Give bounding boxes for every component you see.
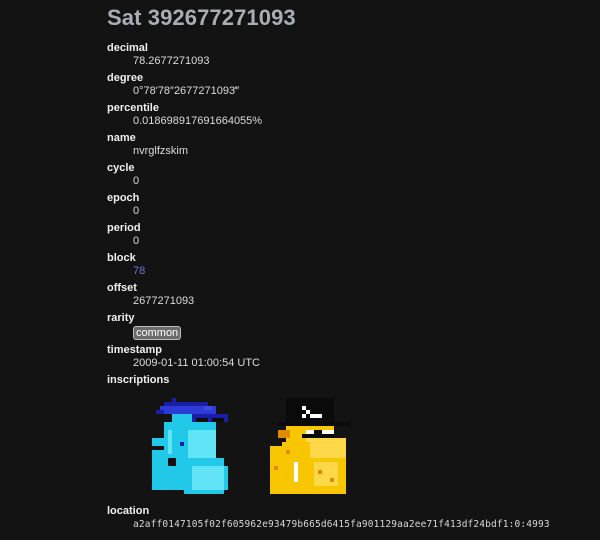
- rarity-badge[interactable]: common: [133, 326, 182, 340]
- block-link[interactable]: 78: [133, 265, 587, 278]
- decimal-value: 78.2677271093: [133, 55, 210, 67]
- timestamp-label: timestamp: [107, 344, 163, 356]
- rarity-value: common: [133, 325, 587, 340]
- decimal-label: decimal: [107, 42, 148, 54]
- location-value[interactable]: a2aff0147105f02f605962e93479b665d6415fa9…: [133, 518, 550, 531]
- page-title: Sat 392677271093: [107, 5, 296, 30]
- cycle-label: cycle: [107, 162, 135, 174]
- cycle-value: 0: [133, 175, 140, 187]
- offset-value: 2677271093: [133, 295, 195, 307]
- period-label: period: [107, 222, 141, 234]
- inscription-thumbnail-blue[interactable]: [152, 398, 232, 494]
- inscriptions-gallery: [152, 398, 362, 496]
- epoch-label: epoch: [107, 192, 140, 204]
- yellow-character-image: [270, 398, 350, 494]
- block-label: block: [107, 252, 136, 264]
- degree-value: 0°78′78″2677271093‴: [133, 85, 240, 97]
- location-section: location a2aff0147105f02f605962e93479b66…: [107, 505, 550, 535]
- degree-label: degree: [107, 72, 144, 84]
- period-value: 0: [133, 235, 140, 247]
- percentile-value: 0.018698917691664055%: [133, 115, 263, 127]
- inscription-thumbnail-yellow[interactable]: [270, 398, 350, 494]
- location-label: location: [107, 505, 150, 517]
- blue-character-image: [152, 398, 228, 494]
- epoch-value: 0: [133, 205, 140, 217]
- sat-properties: decimal 78.2677271093 degree 0°78′78″267…: [107, 42, 587, 387]
- offset-label: offset: [107, 282, 137, 294]
- name-label: name: [107, 132, 136, 144]
- sat-page: Sat 392677271093 decimal 78.2677271093 d…: [0, 0, 600, 540]
- timestamp-value: 2009-01-11 01:00:54 UTC: [133, 357, 260, 369]
- inscriptions-label: inscriptions: [107, 374, 170, 386]
- rarity-label: rarity: [107, 312, 135, 324]
- name-value: nvrglfzskim: [133, 145, 189, 157]
- percentile-label: percentile: [107, 102, 159, 114]
